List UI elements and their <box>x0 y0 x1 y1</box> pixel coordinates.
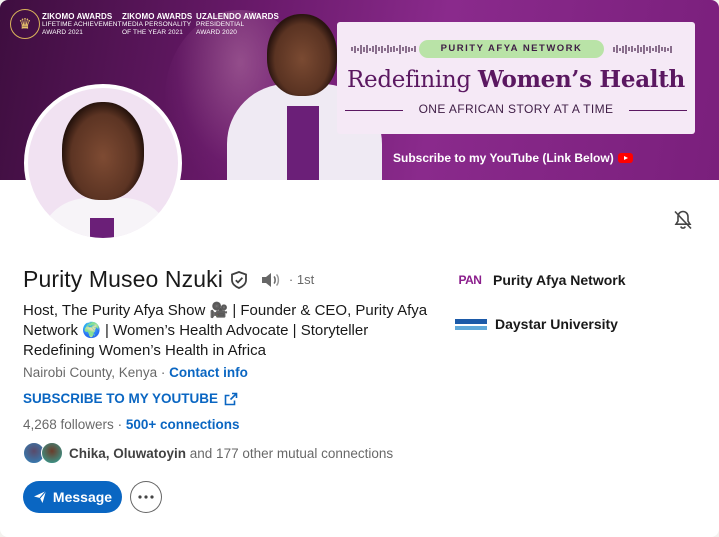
daystar-logo <box>455 312 487 336</box>
banner-subtitle: ONE AFRICAN STORY AT A TIME <box>337 102 695 116</box>
bell-off-icon[interactable] <box>671 208 695 232</box>
connection-degree: · 1st <box>288 272 315 287</box>
youtube-external-link[interactable]: SUBSCRIBE TO MY YOUTUBE <box>23 391 238 406</box>
mutual-connections[interactable]: Chika, Oluwatoyin and 177 other mutual c… <box>23 442 393 464</box>
name-row: Purity Museo Nzuki · 1st <box>23 266 314 293</box>
external-link-icon <box>224 392 238 405</box>
message-button[interactable]: Message <box>23 481 122 513</box>
audio-wave-icon <box>613 44 672 54</box>
profile-name: Purity Museo Nzuki <box>23 266 223 292</box>
verified-shield-icon[interactable] <box>229 270 249 290</box>
send-icon <box>33 490 47 503</box>
avatar <box>41 442 63 464</box>
trophy-icon: ♛ <box>10 9 40 39</box>
location-text: Nairobi County, Kenya <box>23 365 158 380</box>
award-2: ZIKOMO AWARDS MEDIA PERSONALITY OF THE Y… <box>122 12 193 36</box>
org-purity-afya-network[interactable]: PAN Purity Afya Network <box>455 268 626 292</box>
banner-network-pill: PURITY AFYA NETWORK <box>419 40 604 58</box>
more-actions-button[interactable] <box>130 481 162 513</box>
followers-count: 4,268 followers <box>23 417 114 432</box>
audio-wave-icon <box>351 44 416 54</box>
contact-info-link[interactable]: Contact info <box>169 365 248 380</box>
profile-card: ♛ ZIKOMO AWARDS LIFETIME ACHIEVEMENT AWA… <box>0 0 719 537</box>
banner-subscribe-text: Subscribe to my YouTube (Link Below) <box>393 151 633 165</box>
banner-promo-panel: PURITY AFYA NETWORK Redefining Women’s H… <box>337 22 695 134</box>
mutual-avatars <box>23 442 63 464</box>
banner-title: Redefining Women’s Health <box>347 66 685 93</box>
location-row: Nairobi County, Kenya · Contact info <box>23 365 248 380</box>
profile-headline: Host, The Purity Afya Show 🎥 | Founder &… <box>23 302 428 359</box>
connections-link[interactable]: 500+ connections <box>126 417 240 432</box>
ellipsis-icon <box>138 495 154 499</box>
award-1: ZIKOMO AWARDS LIFETIME ACHIEVEMENT AWARD… <box>42 12 122 36</box>
youtube-icon <box>617 153 633 163</box>
speaker-icon[interactable] <box>259 270 281 290</box>
followers-row: 4,268 followers · 500+ connections <box>23 417 240 432</box>
org-daystar-university[interactable]: Daystar University <box>455 312 618 336</box>
profile-photo[interactable] <box>24 84 182 242</box>
pan-logo: PAN <box>458 273 482 287</box>
